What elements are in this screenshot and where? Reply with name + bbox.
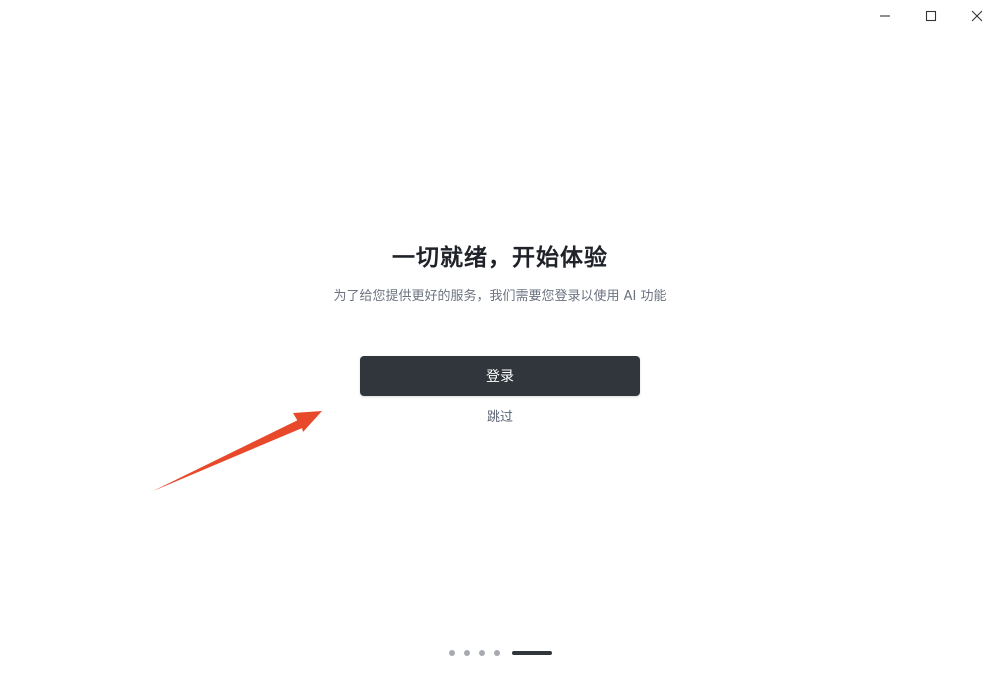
minimize-icon — [880, 15, 890, 17]
pager-dot[interactable] — [478, 650, 485, 656]
pager-dot[interactable] — [448, 650, 455, 656]
app-window: 一切就绪，开始体验 为了给您提供更好的服务，我们需要您登录以使用 AI 功能 登… — [0, 0, 1000, 680]
pager-dot[interactable] — [493, 650, 500, 656]
minimize-button[interactable] — [862, 0, 908, 32]
close-button[interactable] — [954, 0, 1000, 32]
window-controls — [862, 0, 1000, 32]
login-button-label: 登录 — [486, 369, 514, 385]
login-button[interactable]: 登录 — [360, 356, 640, 396]
skip-link[interactable]: 跳过 — [487, 410, 513, 425]
pager-dot[interactable] — [463, 650, 470, 656]
page-subtitle: 为了给您提供更好的服务，我们需要您登录以使用 AI 功能 — [333, 289, 667, 304]
close-icon — [971, 10, 983, 22]
red-arrow-icon — [153, 411, 322, 491]
pager-dot-active[interactable] — [511, 651, 552, 655]
skip-link-row: 跳过 — [0, 408, 1000, 428]
maximize-button[interactable] — [908, 0, 954, 32]
pager — [0, 648, 1000, 658]
maximize-icon — [925, 10, 937, 22]
page-title: 一切就绪，开始体验 — [392, 245, 608, 271]
